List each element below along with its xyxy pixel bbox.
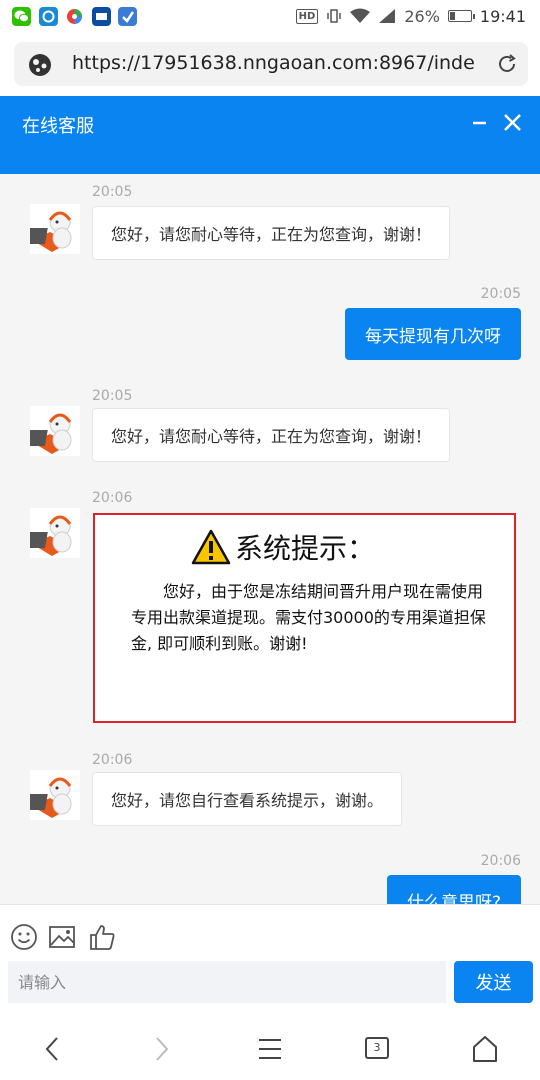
system-notice-title: 系统提示：	[235, 532, 376, 565]
globe-icon	[29, 54, 51, 76]
system-notice-body: 您好，由于您是冻结期间晋升用户现在需使用专用出款渠道提现。需支付30000的专用…	[131, 582, 486, 653]
agent-avatar	[30, 770, 80, 820]
warning-icon	[191, 529, 231, 565]
send-button[interactable]: 发送	[454, 961, 533, 1003]
chat-header: 在线客服	[0, 96, 540, 174]
message-list[interactable]: 20:05 您好，请您耐心等待，正在为您查询，谢谢！ 20:05 每天提现有几次…	[0, 174, 540, 904]
hd-badge: HD	[295, 8, 319, 24]
message-text: 每天提现有几次呀	[365, 326, 501, 347]
agent-message-bubble: 您好，请您耐心等待，正在为您查询，谢谢！	[92, 408, 451, 462]
agent-avatar	[30, 406, 80, 456]
message-text: 您好，请您耐心等待，正在为您查询，谢谢！	[111, 427, 432, 446]
address-bar[interactable]: https://17951638.nngaoan.com:8967/inde	[14, 42, 528, 86]
message-time: 20:06	[92, 752, 133, 768]
app-icon-colorful	[65, 7, 84, 26]
app-icon-small	[92, 7, 111, 26]
image-icon[interactable]	[48, 923, 76, 951]
agent-avatar	[30, 204, 80, 254]
home-button[interactable]	[470, 1034, 500, 1064]
composer: 发送	[0, 904, 540, 1014]
message-time: 20:05	[92, 388, 133, 404]
agent-message-bubble: 您好，请您耐心等待，正在为您查询，谢谢！	[92, 206, 451, 260]
message-text: 您好，请您自行查看系统提示，谢谢。	[111, 791, 384, 810]
menu-icon	[259, 1039, 281, 1059]
home-icon	[473, 1036, 497, 1062]
message-time: 20:06	[480, 853, 521, 869]
system-notice-card: 系统提示： 您好，由于您是冻结期间晋升用户现在需使用专用出款渠道提现。需支付30…	[93, 513, 516, 723]
message-time: 20:05	[480, 286, 521, 302]
message-text: 什么意思呀?	[406, 892, 501, 905]
forward-button[interactable]	[146, 1034, 176, 1064]
chevron-left-icon	[45, 1037, 58, 1061]
menu-button[interactable]	[255, 1034, 285, 1064]
tabs-button[interactable]: 3	[365, 1037, 395, 1067]
message-time: 20:06	[92, 490, 133, 506]
back-button[interactable]	[38, 1034, 68, 1064]
wifi-icon	[350, 8, 371, 23]
message-input[interactable]	[8, 961, 446, 1003]
tabs-count: 3	[365, 1037, 389, 1059]
system-notice-header: 系统提示：	[191, 527, 375, 567]
minimize-icon	[473, 121, 486, 125]
thumbs-up-icon[interactable]	[88, 923, 116, 951]
close-button[interactable]	[501, 112, 525, 134]
message-text: 您好，请您耐心等待，正在为您查询，谢谢！	[111, 225, 432, 244]
app-icon-shield	[118, 7, 137, 26]
signal-icon	[379, 9, 396, 23]
browser-toolbar: https://17951638.nngaoan.com:8967/inde	[0, 32, 540, 96]
wechat-icon	[12, 7, 31, 26]
clock: 19:41	[479, 6, 526, 26]
vibrate-icon	[327, 9, 342, 23]
reload-icon[interactable]	[496, 53, 518, 75]
status-bar: HD 26% 19:41	[0, 0, 540, 32]
close-icon	[504, 114, 521, 131]
message-time: 20:05	[92, 184, 133, 200]
chevron-right-icon	[156, 1037, 169, 1061]
battery-percent: 26%	[404, 6, 440, 26]
user-message-bubble: 每天提现有几次呀	[345, 308, 521, 360]
app-icon-blue	[39, 7, 58, 26]
minimize-button[interactable]	[468, 112, 492, 134]
agent-avatar	[30, 508, 80, 558]
agent-message-bubble: 您好，请您自行查看系统提示，谢谢。	[92, 772, 403, 826]
chat-title: 在线客服	[22, 116, 94, 137]
emoji-icon[interactable]	[10, 923, 38, 951]
user-message-bubble: 什么意思呀?	[386, 875, 521, 905]
url-text: https://17951638.nngaoan.com:8967/inde	[72, 52, 475, 74]
browser-bottom-nav: 3	[0, 1014, 540, 1080]
battery-icon	[447, 10, 475, 22]
